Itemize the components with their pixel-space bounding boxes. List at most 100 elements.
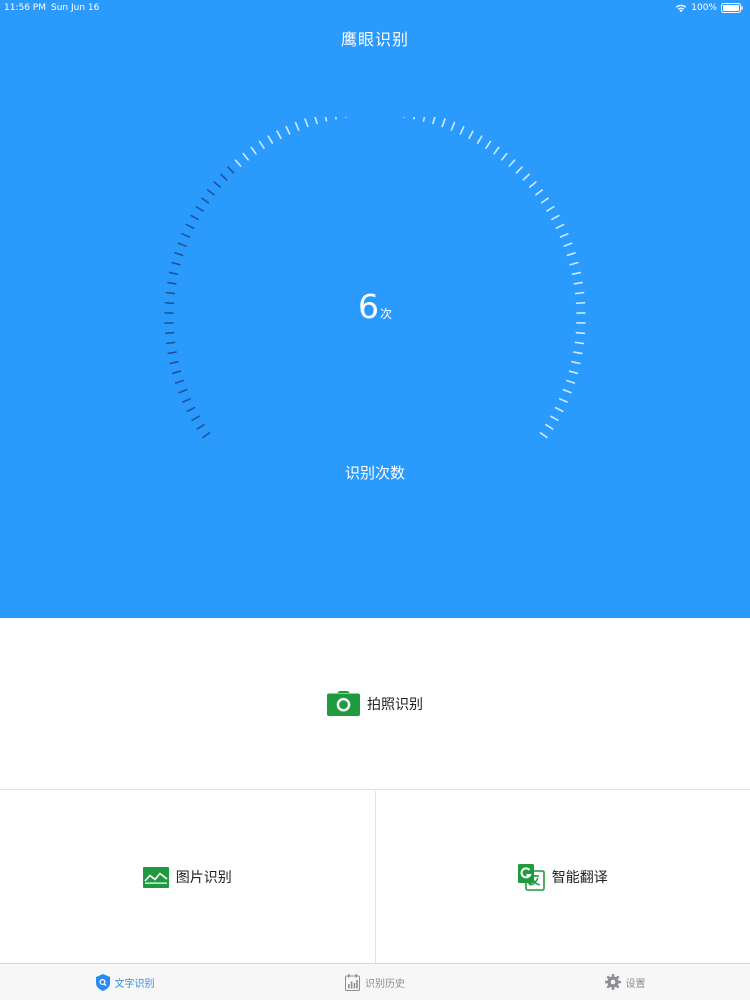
gauge-tick xyxy=(546,205,555,212)
gauge-tick xyxy=(566,252,576,257)
gauge-tick xyxy=(573,351,583,355)
gauge-tick xyxy=(324,117,328,122)
gauge-tick xyxy=(171,261,181,266)
gauge-tick xyxy=(573,281,583,285)
gear-icon xyxy=(604,974,621,990)
recognition-count: 6次 xyxy=(0,287,750,326)
gauge-tick xyxy=(476,135,483,144)
gauge-tick xyxy=(459,125,465,135)
gauge-tick xyxy=(468,130,474,140)
tab-text-recognition-label: 文字识别 xyxy=(114,978,155,990)
gauge-tick xyxy=(545,423,554,430)
camera-icon xyxy=(327,691,360,716)
gauge-tick xyxy=(522,173,530,181)
gauge-tick xyxy=(450,121,456,131)
gauge-tick xyxy=(190,214,199,221)
tab-text-recognition[interactable]: 文字识别 xyxy=(0,964,250,1000)
gauge-tick xyxy=(195,205,204,212)
tab-history[interactable]: 识别历史 xyxy=(250,964,500,1000)
gauge-tick xyxy=(174,252,184,257)
gauge-tick xyxy=(539,432,548,439)
tab-settings-label: 设置 xyxy=(625,978,646,990)
gauge-tick xyxy=(285,125,291,135)
wifi-icon xyxy=(676,4,687,13)
gauge-tick xyxy=(165,341,176,345)
gauge-tick xyxy=(178,388,188,394)
gauge-tick xyxy=(413,117,416,120)
gauge-tick xyxy=(334,117,337,120)
gauge-tick xyxy=(563,242,573,247)
tab-settings[interactable]: 设置 xyxy=(500,964,750,1000)
gauge-tick xyxy=(528,181,537,188)
gauge-tick xyxy=(575,331,586,335)
battery-percent: 100% xyxy=(691,3,717,13)
hero-panel: 11:56 PM Sun Jun 16 100% 鹰眼识别 6次 识别次数 xyxy=(0,0,750,618)
camera-recognition-button[interactable]: 拍照识别 xyxy=(327,691,423,716)
camera-recognition-panel[interactable]: 拍照识别 xyxy=(0,618,750,790)
gauge-tick xyxy=(258,140,265,150)
gauge-tick xyxy=(569,261,579,266)
gauge-tick xyxy=(304,118,309,128)
gauge-tick xyxy=(501,152,508,161)
smart-translate-panel[interactable]: 智能翻译 xyxy=(375,791,750,963)
smart-translate-button[interactable]: 智能翻译 xyxy=(517,863,608,891)
recognition-count-number: 6 xyxy=(357,287,379,326)
gauge-tick xyxy=(432,117,436,125)
gauge-tick xyxy=(185,223,195,229)
image-icon xyxy=(142,866,169,888)
status-time: 11:56 PM xyxy=(4,3,46,13)
gauge-tick xyxy=(565,379,576,384)
gauge-tick xyxy=(186,406,196,413)
gauge-tick xyxy=(206,189,215,196)
translate-icon xyxy=(517,863,545,891)
gauge-tick xyxy=(220,173,228,181)
image-recognition-label: 图片识别 xyxy=(175,870,232,886)
page-title: 鹰眼识别 xyxy=(340,30,409,49)
gauge-tick xyxy=(276,130,282,140)
gauge-tick xyxy=(551,214,560,221)
status-date: Sun Jun 16 xyxy=(51,3,100,13)
gauge-tick xyxy=(167,281,177,285)
history-icon xyxy=(345,973,360,991)
gauge-tick xyxy=(191,415,200,422)
gauge-tick xyxy=(242,152,249,161)
gauge-tick xyxy=(181,233,191,238)
gauge-tick xyxy=(164,331,175,335)
app-root: 11:56 PM Sun Jun 16 100% 鹰眼识别 6次 识别次数 拍照… xyxy=(0,0,750,1000)
gauge-tick xyxy=(515,166,523,174)
text-recognition-icon xyxy=(95,973,110,991)
gauge-tick xyxy=(267,135,274,144)
gauge-tick xyxy=(234,159,242,167)
gauge-tick xyxy=(550,415,559,422)
gauge-tick xyxy=(535,189,544,196)
image-recognition-panel[interactable]: 图片识别 xyxy=(0,791,376,963)
gauge-tick xyxy=(554,406,564,413)
gauge-tick xyxy=(485,140,492,150)
gauge-tick xyxy=(213,181,222,188)
gauge-tick xyxy=(508,159,516,167)
gauge-tick xyxy=(171,370,182,375)
gauge-tick xyxy=(422,117,426,122)
gauge-tick xyxy=(555,223,565,229)
gauge-tick xyxy=(568,370,579,375)
recognition-count-unit: 次 xyxy=(379,307,392,321)
gauge-tick xyxy=(441,118,446,128)
gauge-tick xyxy=(227,166,235,174)
image-recognition-button[interactable]: 图片识别 xyxy=(142,866,232,888)
battery-icon xyxy=(721,3,743,13)
gauge-tick xyxy=(558,397,568,403)
gauge-tick xyxy=(169,360,179,365)
gauge-tick xyxy=(196,423,205,430)
tab-history-label: 识别历史 xyxy=(365,978,405,990)
gauge-tick xyxy=(201,197,210,204)
gauge-tick xyxy=(177,242,187,247)
gauge-tick xyxy=(167,351,177,355)
recognition-count-caption: 识别次数 xyxy=(344,464,405,482)
gauge-tick xyxy=(571,271,582,276)
gauge-dial xyxy=(164,117,586,439)
gauge-tick xyxy=(574,341,585,345)
gauge-tick xyxy=(314,117,318,125)
gauge-tick xyxy=(168,271,179,276)
gauge-tick xyxy=(202,432,211,439)
tab-bar: 文字识别 识别历史 设置 xyxy=(0,963,750,1000)
